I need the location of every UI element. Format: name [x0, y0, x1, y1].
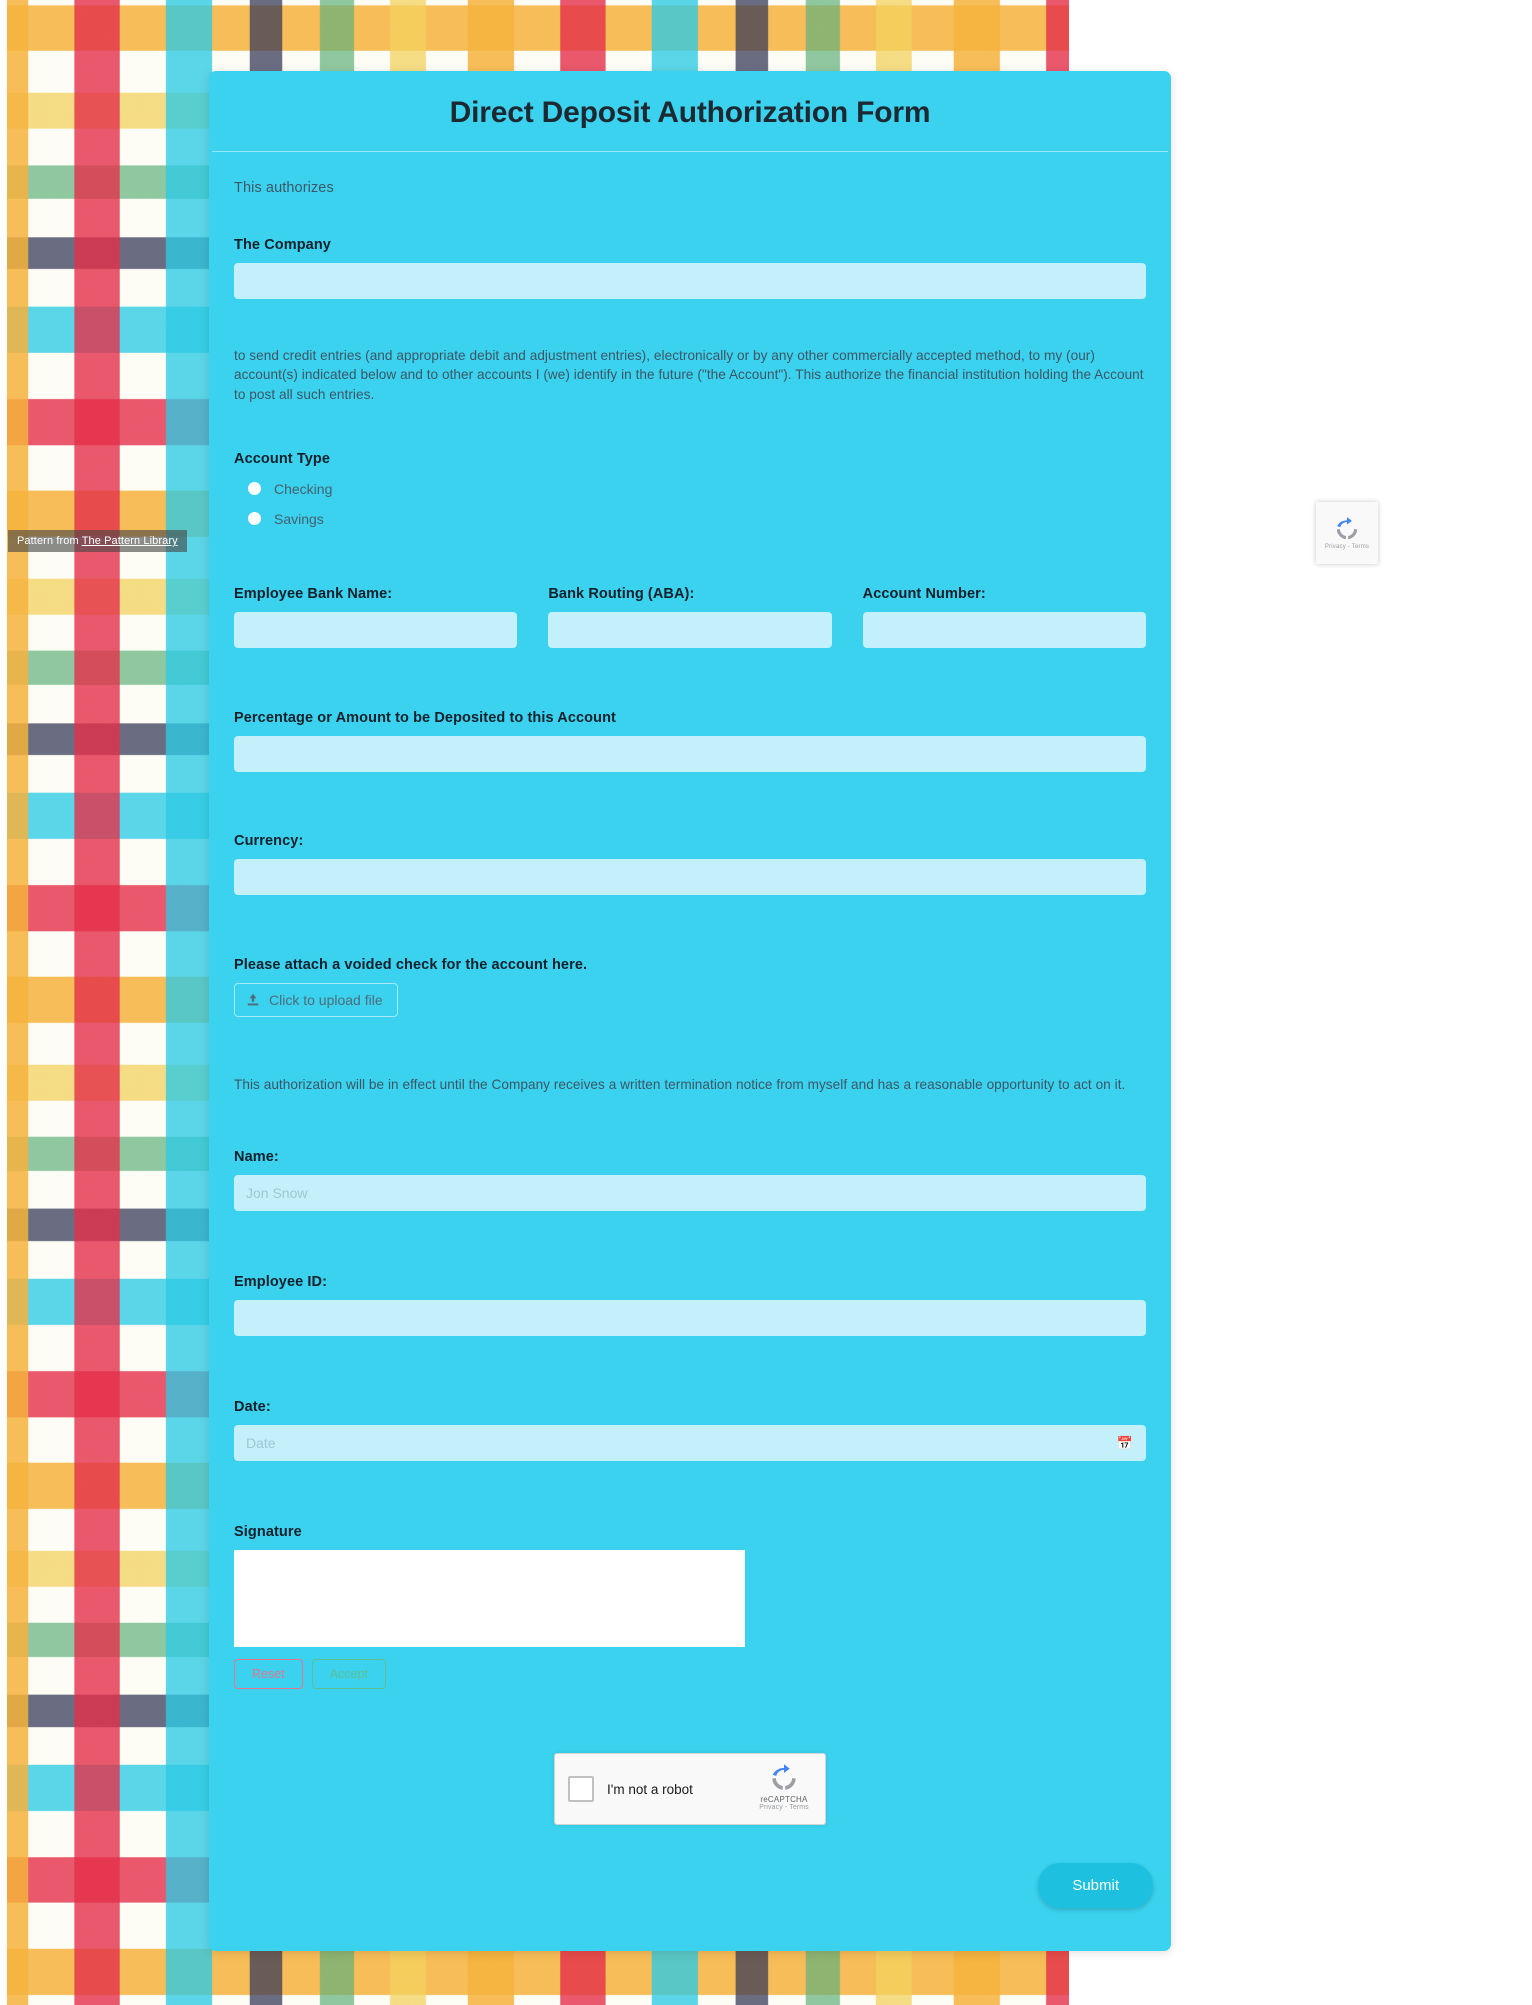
- account-number-label: Account Number:: [862, 585, 986, 602]
- employee-id-input[interactable]: [234, 1300, 1146, 1337]
- percentage-field-block: Percentage or Amount to be Deposited to …: [231, 710, 1149, 772]
- recaptcha-floating-badge[interactable]: Privacy - Terms: [1316, 502, 1378, 564]
- pattern-library-link[interactable]: The Pattern Library: [82, 535, 178, 547]
- voided-check-block: Please attach a voided check for the acc…: [231, 957, 1149, 1017]
- recaptcha-brand-name: reCAPTCHA: [760, 1795, 808, 1805]
- company-input[interactable]: [234, 263, 1146, 299]
- upload-button-label: Click to upload file: [269, 991, 383, 1008]
- name-field-block: Name:: [231, 1149, 1149, 1212]
- date-label: Date:: [234, 1399, 271, 1416]
- date-field-block: Date: 📅: [231, 1399, 1149, 1462]
- bank-fields-row: Employee Bank Name: Bank Routing (ABA): …: [231, 586, 1149, 648]
- termination-paragraph: This authorization will be in effect unt…: [234, 1076, 1126, 1092]
- signature-accept-button[interactable]: Accept: [311, 1659, 386, 1690]
- recaptcha-widget[interactable]: I'm not a robot reCAPTCHA Privacy - Term…: [554, 1753, 826, 1826]
- employee-id-field-block: Employee ID:: [231, 1274, 1149, 1337]
- submit-button[interactable]: Submit: [1038, 1863, 1153, 1909]
- calendar-icon[interactable]: 📅: [1117, 1437, 1133, 1450]
- company-field-block: The Company: [231, 237, 1149, 299]
- bank-name-input[interactable]: [234, 611, 518, 648]
- signature-block: Signature Reset Accept: [209, 1524, 1171, 1690]
- recaptcha-icon: [1336, 517, 1358, 540]
- routing-input[interactable]: [548, 611, 832, 648]
- radio-dot-checking[interactable]: [248, 482, 261, 496]
- routing-label: Bank Routing (ABA):: [548, 585, 695, 602]
- consent-paragraph: to send credit entries (and appropriate …: [234, 348, 1144, 402]
- direct-deposit-form-card: Direct Deposit Authorization Form This a…: [209, 71, 1171, 1951]
- lead-text: This authorizes: [234, 180, 334, 196]
- routing-field-block: Bank Routing (ABA):: [548, 585, 832, 648]
- recaptcha-brand: reCAPTCHA Privacy - Terms: [753, 1763, 815, 1811]
- percentage-input[interactable]: [234, 735, 1146, 772]
- signature-pad[interactable]: [234, 1550, 745, 1648]
- account-number-field-block: Account Number:: [862, 585, 1146, 648]
- company-label: The Company: [234, 237, 331, 253]
- attribution-prefix: Pattern from: [17, 535, 82, 547]
- bank-name-field-block: Employee Bank Name:: [234, 585, 518, 648]
- recaptcha-checkbox[interactable]: [568, 1776, 594, 1803]
- account-type-label: Account Type: [234, 450, 330, 467]
- upload-file-button[interactable]: Click to upload file: [234, 982, 398, 1017]
- pattern-attribution: Pattern from The Pattern Library: [8, 530, 187, 552]
- radio-label-checking: Checking: [274, 480, 333, 497]
- account-number-input[interactable]: [862, 611, 1146, 648]
- bank-name-label: Employee Bank Name:: [234, 585, 393, 602]
- page-title: Direct Deposit Authorization Form: [449, 96, 931, 129]
- date-input-wrapper: 📅: [234, 1425, 1146, 1462]
- date-input[interactable]: [234, 1425, 1146, 1462]
- name-label: Name:: [234, 1149, 279, 1166]
- currency-input[interactable]: [234, 858, 1146, 895]
- radio-label-savings: Savings: [274, 510, 324, 527]
- recaptcha-icon: [772, 1764, 796, 1790]
- submit-row: Submit: [209, 1863, 1171, 1909]
- background-margin-left: [0, 0, 7, 2005]
- signature-buttons: Reset Accept: [234, 1659, 1146, 1690]
- currency-label: Currency:: [234, 832, 304, 849]
- account-type-block: Account Type Checking Savings: [231, 451, 1149, 527]
- name-input[interactable]: [234, 1175, 1146, 1212]
- radio-dot-savings[interactable]: [248, 512, 261, 526]
- recaptcha-badge-terms[interactable]: Privacy - Terms: [1325, 544, 1369, 550]
- currency-field-block: Currency:: [231, 833, 1149, 895]
- upload-icon: [247, 993, 259, 1006]
- radio-option-checking[interactable]: Checking: [234, 481, 1146, 497]
- employee-id-label: Employee ID:: [234, 1274, 328, 1291]
- recaptcha-privacy-terms[interactable]: Privacy - Terms: [759, 1804, 809, 1811]
- radio-option-savings[interactable]: Savings: [234, 511, 1146, 527]
- signature-label: Signature: [234, 1524, 302, 1541]
- voided-check-label: Please attach a voided check for the acc…: [234, 956, 588, 973]
- signature-reset-button[interactable]: Reset: [234, 1659, 303, 1690]
- captcha-row: I'm not a robot reCAPTCHA Privacy - Term…: [209, 1753, 1171, 1826]
- recaptcha-label: I'm not a robot: [607, 1781, 693, 1797]
- percentage-label: Percentage or Amount to be Deposited to …: [234, 709, 616, 726]
